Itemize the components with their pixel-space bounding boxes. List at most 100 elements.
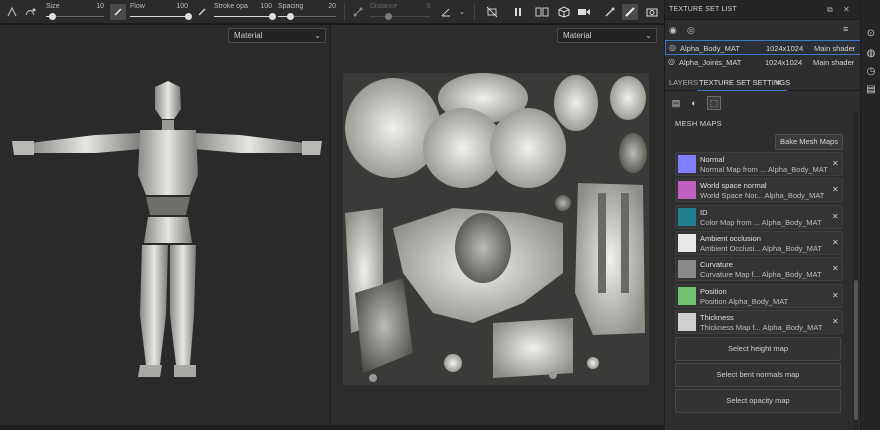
texture-set-shader[interactable]: Main shader (813, 58, 854, 67)
remove-map-icon[interactable]: ✕ (832, 238, 839, 247)
screenshot-camera-icon[interactable] (644, 4, 660, 20)
camera-icon[interactable]: ⊙ (864, 26, 878, 40)
mesh-map-thumbnail[interactable] (678, 155, 696, 173)
distance-value[interactable]: 3 (426, 3, 430, 10)
remove-map-icon[interactable]: ✕ (832, 212, 839, 221)
remove-map-icon[interactable]: ✕ (832, 317, 839, 326)
flow-pen-icon[interactable] (194, 4, 210, 20)
mesh-maps-title: MESH MAPS (675, 119, 722, 128)
paint-brush-icon[interactable] (622, 4, 638, 20)
panel-tabs: LAYERS TEXTURE SET SETTINGS ✕ (665, 73, 861, 91)
cube-icon[interactable] (556, 4, 572, 20)
mesh-map-source: Position Alpha_Body_MAT (700, 296, 789, 306)
size-param[interactable]: Size 10 (46, 2, 104, 22)
history-clock-icon[interactable]: ◷ (864, 64, 878, 78)
mesh-maps-icon[interactable]: ⬚ (707, 96, 721, 110)
mesh-map-thumbnail[interactable] (678, 181, 696, 200)
size-slider-knob[interactable] (48, 13, 56, 20)
stroke-opacity-label: Stroke opa (214, 3, 248, 10)
viewport-2d[interactable]: Material ⌄ (331, 25, 664, 425)
mesh-map-thumbnail[interactable] (678, 260, 696, 279)
texture-set-size: 1024x1024 (765, 58, 803, 67)
chevron-down-icon: ⌄ (645, 31, 652, 40)
select-height-map-button[interactable]: Select height map (675, 337, 841, 361)
texture-set-tools: ◉ ◎ ≡ (665, 21, 861, 39)
video-camera-icon[interactable] (576, 4, 592, 20)
eye-toggle-icon[interactable]: ◉ (669, 25, 677, 36)
mesh-map-source: Thickness Map f... Alpha_Body_MAT (700, 322, 823, 332)
bake-mesh-maps-button[interactable]: Bake Mesh Maps (775, 134, 843, 150)
stroke-opacity-slider-knob[interactable] (269, 13, 276, 20)
flow-slider-knob[interactable] (185, 13, 192, 20)
viewport-2d-channel-select[interactable]: Material ⌄ (557, 28, 657, 43)
mesh-map-name: Position (700, 286, 727, 296)
distance-slider-knob[interactable] (385, 13, 392, 20)
eye-icon[interactable]: ◎ (668, 57, 675, 66)
select-opacity-map-button[interactable]: Select opacity map (675, 389, 841, 413)
texture-set-shader[interactable]: Main shader (814, 44, 855, 53)
mesh-map-thumbnail[interactable] (678, 207, 696, 226)
remove-map-icon[interactable]: ✕ (832, 291, 839, 300)
mesh-map-item[interactable]: Curvature Curvature Map f... Alpha_Body_M… (675, 257, 843, 282)
mesh-map-source: Color Map from ... Alpha_Body_MAT (700, 217, 822, 227)
flow-param[interactable]: Flow 100 (130, 2, 192, 22)
select-bent-normals-map-button[interactable]: Select bent normals map (675, 363, 841, 387)
popout-icon[interactable]: ⧉ (827, 5, 833, 15)
mesh-map-thumbnail[interactable] (678, 233, 696, 252)
mesh-map-item[interactable]: Normal Normal Map from ... Alpha_Body_MAT… (675, 152, 843, 176)
log-document-icon[interactable]: ▤ (864, 82, 878, 96)
distance-param[interactable]: Distance 3 (370, 2, 430, 22)
stroke-opacity-value[interactable]: 100 (260, 3, 272, 10)
stroke-opacity-param[interactable]: Stroke opa 100 (214, 2, 276, 22)
texture-set-size: 1024x1024 (766, 44, 804, 53)
flow-slider-fill (130, 16, 188, 17)
mesh-map-name: Normal (700, 155, 725, 164)
texture-set-row[interactable]: ◎ Alpha_Joints_MAT 1024x1024 Main shader (665, 55, 861, 70)
environment-sphere-icon[interactable]: ◍ (864, 46, 878, 60)
mesh-map-thumbnail[interactable] (678, 286, 696, 305)
mesh-map-item[interactable]: Position Position Alpha_Body_MAT ✕ (675, 283, 843, 308)
mesh-map-item[interactable]: Ambient occlusion Ambient Occlusi... Alph… (675, 230, 843, 255)
remove-map-icon[interactable]: ✕ (832, 185, 839, 194)
remove-map-icon[interactable]: ✕ (832, 159, 839, 168)
size-value[interactable]: 10 (96, 3, 104, 10)
settings-subicons: ▤ ◐ ⬚ (665, 94, 861, 112)
pause-icon[interactable] (510, 4, 526, 20)
tab-layers[interactable]: LAYERS (669, 78, 698, 87)
eye-icon[interactable]: ◎ (669, 43, 676, 52)
mesh-map-name: Curvature (700, 260, 733, 270)
remove-map-icon[interactable]: ✕ (832, 264, 839, 273)
texture-set-row[interactable]: ◎ Alpha_Body_MAT 1024x1024 Main shader (665, 40, 861, 55)
texture-set-settings-icon[interactable]: ▤ (669, 96, 683, 110)
distance-slider-track[interactable] (370, 16, 430, 17)
mesh-map-item[interactable]: World space normal World Space Nor... Alp… (675, 178, 843, 203)
size-label: Size (46, 3, 60, 10)
mesh-map-thumbnail[interactable] (678, 312, 696, 331)
active-tab-indicator (697, 90, 787, 91)
lazy-mouse-icon[interactable] (22, 4, 38, 20)
eyedropper-icon[interactable] (602, 4, 618, 20)
chevron-down-icon[interactable]: ⌄ (454, 4, 470, 20)
scrollbar-thumb[interactable] (854, 280, 858, 420)
uv-texture-map (343, 73, 649, 385)
material-sphere-icon[interactable]: ◐ (687, 96, 701, 110)
line-tool-icon[interactable] (350, 4, 366, 20)
close-panel-icon[interactable]: ✕ (843, 5, 850, 14)
symmetry-icon[interactable] (4, 4, 20, 20)
close-tab-icon[interactable]: ✕ (775, 78, 781, 87)
viewport-3d[interactable]: Material ⌄ (0, 25, 330, 425)
split-view-icon[interactable] (534, 4, 550, 20)
camera-off-icon[interactable] (484, 4, 500, 20)
top-toolbar: Size 10 Flow 100 Stroke opa 100 Spacing … (0, 0, 664, 24)
eye-icon[interactable]: ◎ (687, 25, 695, 36)
mesh-map-item[interactable]: ID Color Map from ... Alpha_Body_MAT ✕ (675, 204, 843, 229)
spacing-slider-knob[interactable] (286, 13, 294, 20)
angle-icon[interactable] (438, 4, 454, 20)
texture-set-list-header: TEXTURE SET LIST ⧉ ✕ (665, 0, 861, 20)
spacing-param[interactable]: Spacing 20 (278, 2, 336, 22)
brush-size-mode-icon[interactable] (110, 4, 126, 20)
flow-value[interactable]: 100 (176, 3, 188, 10)
mesh-map-item[interactable]: Thickness Thickness Map f... Alpha_Body_M… (675, 309, 843, 334)
settings-menu-icon[interactable]: ≡ (843, 24, 848, 34)
spacing-value[interactable]: 20 (328, 3, 336, 10)
